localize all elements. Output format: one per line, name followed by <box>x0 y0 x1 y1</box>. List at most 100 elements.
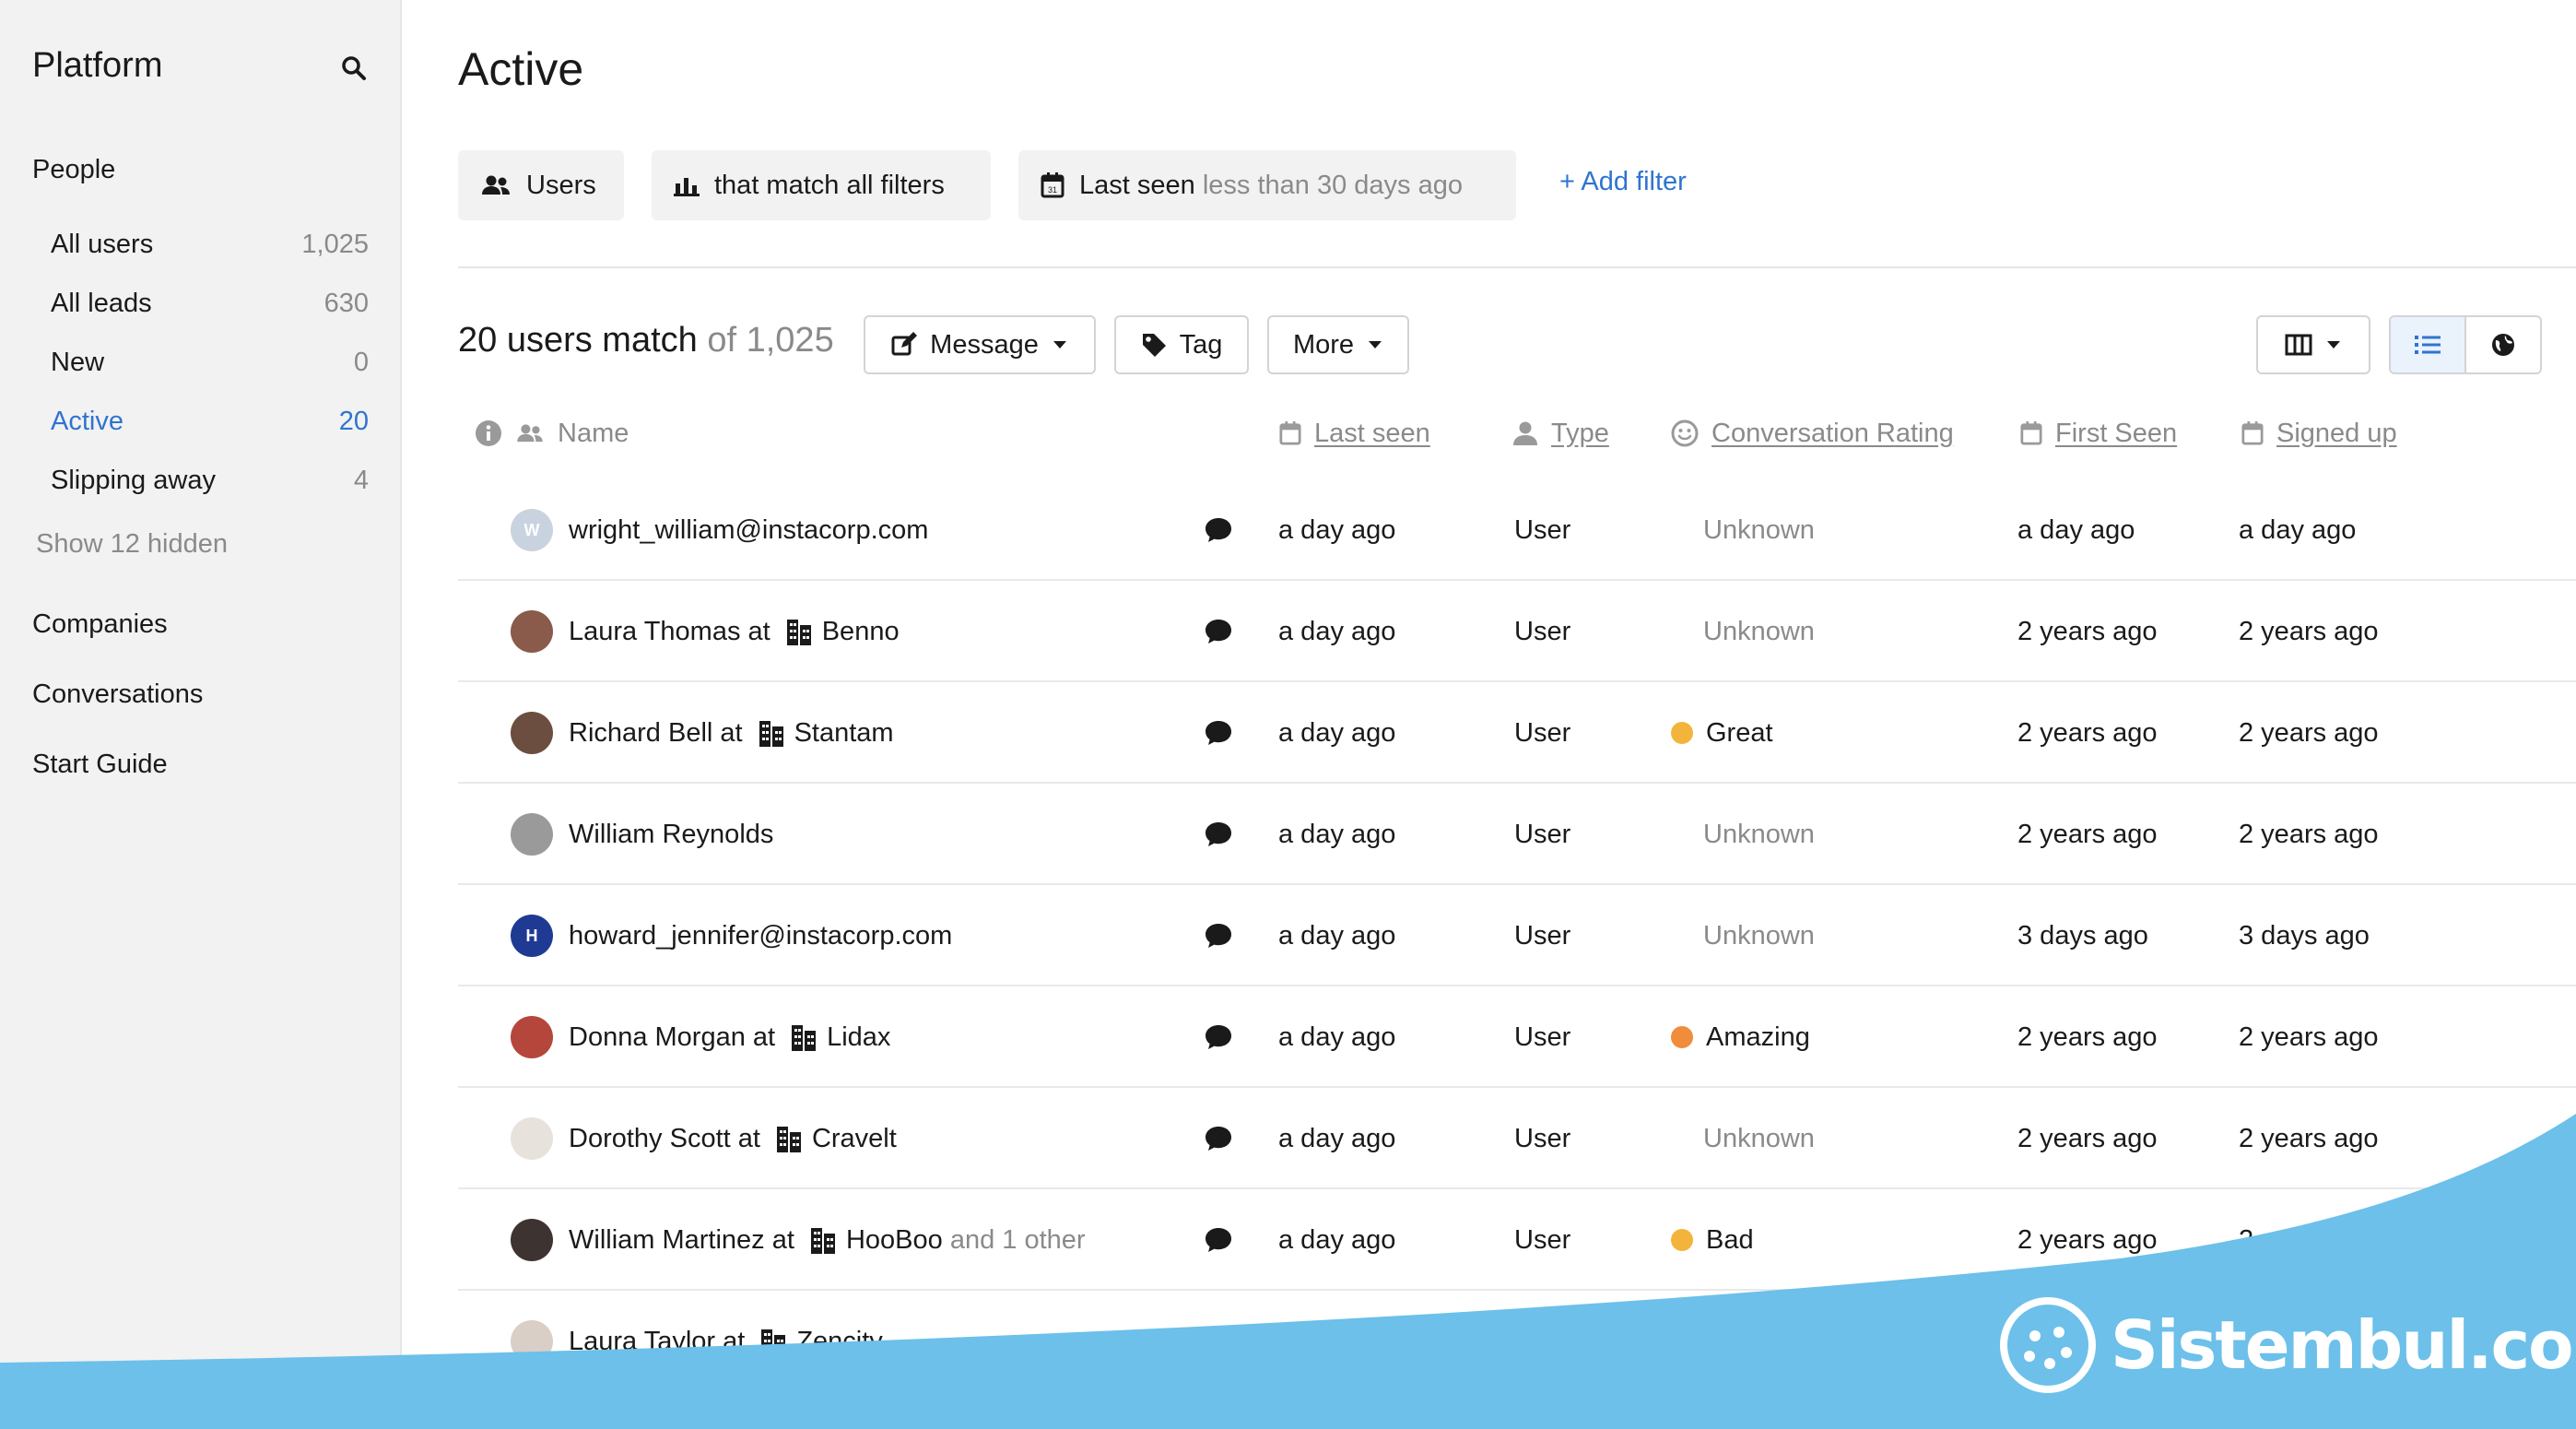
user-name-cell[interactable]: Laura Thomas at Benno <box>569 581 900 682</box>
match-total-text: of 1,025 <box>707 321 834 360</box>
message-button[interactable]: Message <box>864 315 1096 374</box>
rating-cell: Unknown <box>1671 479 1815 581</box>
sidebar-item-start-guide[interactable]: Start Guide <box>32 750 168 780</box>
conversation-cell[interactable] <box>1205 1189 1232 1291</box>
company-name[interactable]: HooBoo <box>846 1225 943 1256</box>
column-header-label: Last seen <box>1314 418 1430 448</box>
users-icon <box>482 175 510 195</box>
avatar[interactable] <box>511 712 553 754</box>
avatar[interactable]: W <box>511 509 553 551</box>
rating-value: Unknown <box>1703 920 1815 951</box>
user-name-cell[interactable]: Richard Bell at Stantam <box>569 682 894 784</box>
company-name[interactable]: Stantam <box>794 718 894 749</box>
user-name[interactable]: Laura Taylor <box>569 1327 715 1357</box>
conversation-cell[interactable] <box>1205 1088 1232 1189</box>
users-filter-chip[interactable]: Users <box>458 150 624 220</box>
conversation-cell[interactable] <box>1205 784 1232 885</box>
smiley-icon <box>1671 419 1699 447</box>
avatar[interactable] <box>511 813 553 856</box>
conversation-cell[interactable] <box>1205 682 1232 784</box>
conversation-cell[interactable] <box>1205 986 1232 1088</box>
user-name[interactable]: Donna Morgan <box>569 1022 746 1053</box>
show-hidden-link[interactable]: Show 12 hidden <box>36 529 228 560</box>
user-name[interactable]: howard_jennifer@instacorp.com <box>569 921 952 951</box>
avatar[interactable] <box>511 1016 553 1058</box>
type-cell: User <box>1514 514 1571 545</box>
user-name-cell[interactable]: William Martinez at HooBoo and 1 other <box>569 1189 1086 1291</box>
column-header-first-seen[interactable]: First Seen <box>2020 415 2177 452</box>
table-row[interactable]: Laura Thomas at Benno a day ago User Unknown… <box>458 581 2576 682</box>
sidebar-item-all-users[interactable]: All users 1,025 <box>51 226 369 263</box>
user-name[interactable]: wright_william@instacorp.com <box>569 515 928 546</box>
user-name-cell[interactable]: Dorothy Scott at Cravelt <box>569 1088 897 1189</box>
table-row[interactable]: Donna Morgan at Lidax a day ago User Amazing… <box>458 986 2576 1088</box>
column-header-label: Conversation Rating <box>1711 418 1954 448</box>
more-button[interactable]: More <box>1267 315 1409 374</box>
table-row[interactable]: Hhoward_jennifer@instacorp.com a day ago U… <box>458 885 2576 986</box>
avatar[interactable] <box>511 1117 553 1160</box>
avatar[interactable] <box>511 610 553 653</box>
company-name[interactable]: Cravelt <box>812 1124 897 1154</box>
columns-button[interactable] <box>2256 315 2370 374</box>
column-header-name[interactable]: Name <box>475 415 629 452</box>
last-seen-filter-chip[interactable]: 31 Last seen less than 30 days ago <box>1018 150 1516 220</box>
building-icon <box>761 1329 786 1355</box>
map-view-button[interactable] <box>2466 317 2540 372</box>
table-row[interactable]: Wwright_william@instacorp.com a day ago Us… <box>458 479 2576 581</box>
column-header-signed-up[interactable]: Signed up <box>2241 415 2397 452</box>
rating-cell: Unknown <box>1671 885 1815 986</box>
user-name[interactable]: William Reynolds <box>569 820 773 850</box>
list-view-button[interactable] <box>2391 317 2466 372</box>
column-header-type[interactable]: Type <box>1512 415 1609 452</box>
sidebar-section-people[interactable]: People <box>32 155 115 185</box>
company-name[interactable]: Lidax <box>827 1022 890 1053</box>
user-name-cell[interactable]: Laura Taylor at Zencity <box>569 1291 883 1392</box>
company-name[interactable]: Benno <box>822 617 900 647</box>
user-name[interactable]: Richard Bell <box>569 718 712 749</box>
globe-icon <box>2492 334 2514 356</box>
match-filter-chip[interactable]: that match all filters <box>652 150 991 220</box>
sidebar-item-active[interactable]: Active 20 <box>51 403 369 440</box>
users-chip-label: Users <box>526 170 596 200</box>
user-name-cell[interactable]: howard_jennifer@instacorp.com <box>569 885 952 986</box>
avatar[interactable] <box>511 1219 553 1261</box>
avatar[interactable]: H <box>511 915 553 957</box>
sidebar-item-companies[interactable]: Companies <box>32 609 168 640</box>
user-name-cell[interactable]: William Reynolds <box>569 784 773 885</box>
svg-text:31: 31 <box>1048 185 1057 195</box>
conversation-cell[interactable] <box>1205 581 1232 682</box>
sidebar-item-count: 1,025 <box>301 229 369 259</box>
user-name-cell[interactable]: Donna Morgan at Lidax <box>569 986 890 1088</box>
conversation-cell[interactable] <box>1205 479 1232 581</box>
company-name[interactable]: Zencity <box>796 1327 882 1357</box>
search-icon[interactable] <box>339 53 369 83</box>
user-name[interactable]: Dorothy Scott <box>569 1124 731 1154</box>
chat-bubble-icon <box>1206 1127 1231 1151</box>
sidebar-item-all-leads[interactable]: All leads 630 <box>51 285 369 322</box>
column-header-last-seen[interactable]: Last seen <box>1279 415 1430 452</box>
chat-bubble-icon <box>1206 620 1231 644</box>
company-extra[interactable]: and 1 other <box>950 1225 1086 1256</box>
table-row[interactable]: Dorothy Scott at Cravelt a day ago User Unkn… <box>458 1088 2576 1189</box>
table-row[interactable]: Richard Bell at Stantam a day ago User Great… <box>458 682 2576 784</box>
sidebar-item-conversations[interactable]: Conversations <box>32 679 203 710</box>
column-header-conversation-rating[interactable]: Conversation Rating <box>1671 415 1954 452</box>
chat-bubble-icon <box>1206 518 1231 542</box>
sidebar-item-new[interactable]: New 0 <box>51 344 369 381</box>
add-filter-button[interactable]: + Add filter <box>1559 167 1687 197</box>
table-row[interactable]: William Martinez at HooBoo and 1 other a d… <box>458 1189 2576 1291</box>
conversation-cell[interactable] <box>1205 1291 1232 1392</box>
conversation-cell[interactable] <box>1205 885 1232 986</box>
match-chip-label: that match all filters <box>714 170 945 200</box>
building-icon <box>759 721 783 747</box>
table-row[interactable]: William Reynolds a day ago User Unknown 2 ye… <box>458 784 2576 885</box>
first-seen-cell: 3 days ago <box>2017 920 2148 951</box>
tag-icon <box>1142 334 1166 357</box>
user-name-cell[interactable]: wright_william@instacorp.com <box>569 479 928 581</box>
sidebar-item-slipping-away[interactable]: Slipping away 4 <box>51 462 369 499</box>
user-name[interactable]: William Martinez <box>569 1225 765 1256</box>
user-name[interactable]: Laura Thomas <box>569 617 740 647</box>
avatar[interactable] <box>511 1320 553 1363</box>
rating-cell: Great <box>1671 682 1773 784</box>
tag-button[interactable]: Tag <box>1114 315 1249 374</box>
